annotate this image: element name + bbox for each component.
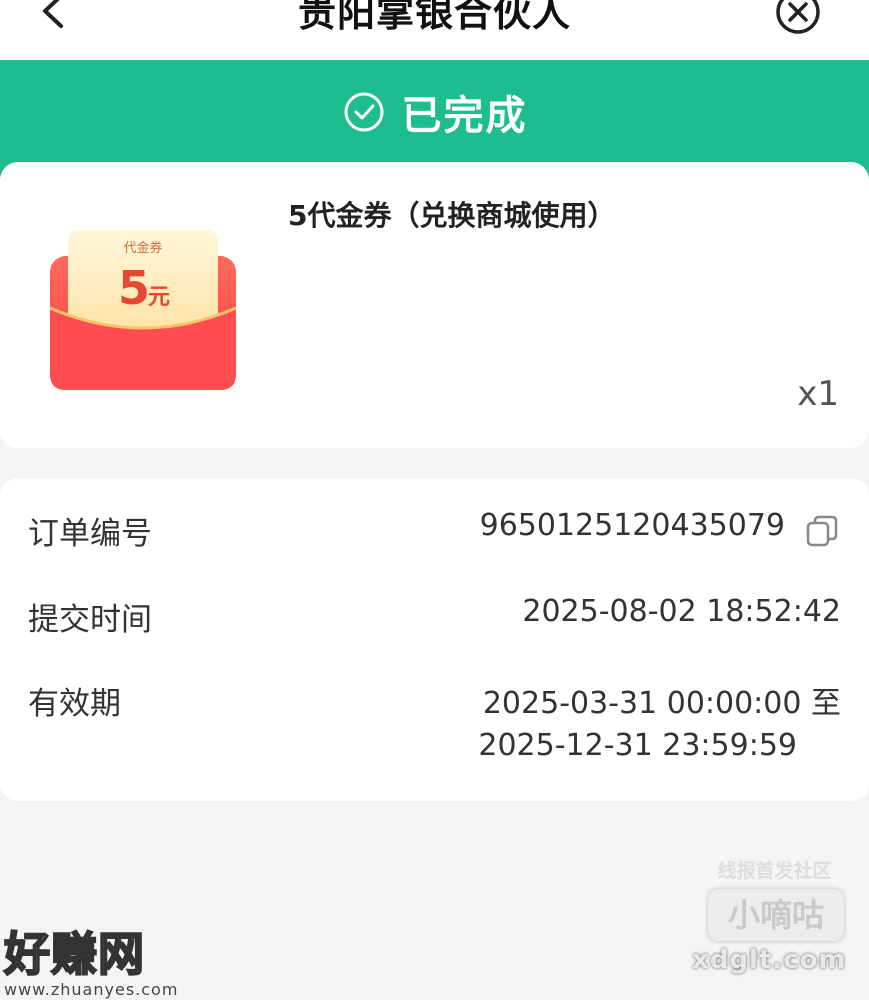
voucher-image: 代金券 5 元: [49, 230, 237, 390]
submit-time-label: 提交时间: [28, 602, 152, 638]
voucher-unit: 元: [148, 285, 170, 310]
watermark-right-url: xdglt.com: [692, 945, 847, 975]
product-card[interactable]: 代金券 5 元 5代金券（兑换商城使用） x1: [0, 162, 869, 448]
product-name: 5代金券（兑换商城使用）: [288, 199, 616, 232]
order-info-card: 订单编号 9650125120435079 提交时间 2025-08-02 18…: [0, 478, 869, 801]
product-quantity: x1: [797, 374, 839, 414]
copy-icon[interactable]: [804, 513, 840, 549]
close-button[interactable]: [772, 0, 824, 38]
watermark-right-tagline: 线报首发社区: [717, 860, 832, 882]
close-circle-icon: [776, 0, 820, 34]
check-circle-icon: [344, 92, 383, 132]
validity-end-value: 2025-12-31 23:59:59: [478, 728, 797, 763]
page-title: 贵阳掌银合伙人: [297, 0, 571, 35]
watermark-left: 好赚网 www.zhuanyes.com: [3, 918, 179, 999]
status-text: 已完成: [401, 93, 528, 139]
watermark-left-logo: 好赚网: [3, 926, 145, 982]
validity-label: 有效期: [28, 686, 121, 722]
order-number-value: 9650125120435079: [479, 508, 785, 543]
top-bar: 贵阳掌银合伙人: [0, 0, 869, 60]
watermark-right-logo: 小嘀咕: [708, 889, 844, 941]
submit-time-value: 2025-08-02 18:52:42: [522, 594, 841, 629]
voucher-tag: 代金券: [123, 240, 162, 256]
validity-start-value: 2025-03-31 00:00:00 至: [482, 686, 841, 721]
watermark-right: 线报首发社区 小嘀咕 xdglt.com: [692, 856, 857, 975]
watermark-left-url: www.zhuanyes.com: [4, 980, 179, 999]
order-number-label: 订单编号: [28, 516, 152, 552]
voucher-amount: 5: [118, 261, 150, 315]
